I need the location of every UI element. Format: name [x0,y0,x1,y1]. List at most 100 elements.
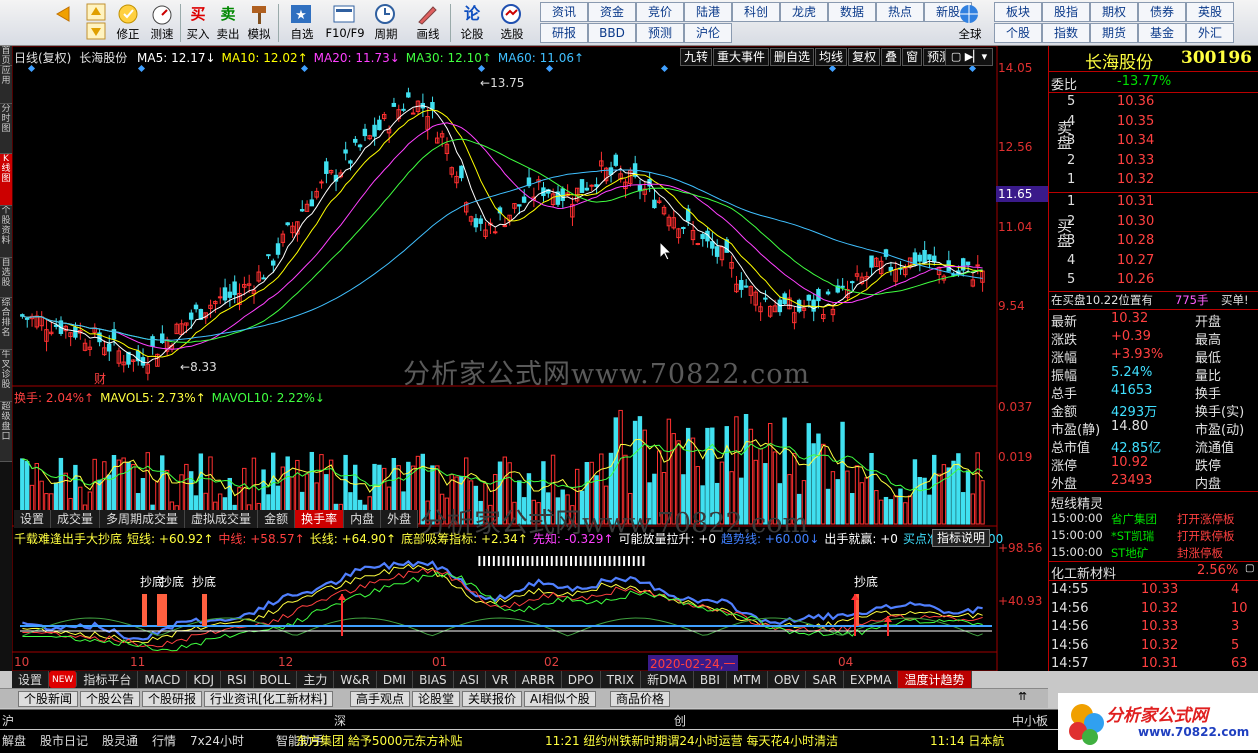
chart-tool-button[interactable]: 均线 [815,48,848,66]
indicator-tab[interactable]: DPO [561,671,601,688]
news-tab[interactable]: AI相似个股 [524,691,596,707]
chart-tool-button[interactable]: 窗 [902,48,923,66]
short-title[interactable]: 短线精灵 [1051,493,1103,512]
nav-up-down[interactable] [82,1,110,45]
news-tab[interactable]: 个股公告 [80,691,141,707]
index-sh[interactable]: 沪 [2,712,14,729]
indicator-tab[interactable]: BIAS [413,671,454,688]
expand-up-icon[interactable]: ⇈ [1018,690,1038,704]
volume-tab[interactable]: 多周期成交量 [100,510,186,528]
category-button[interactable]: 基金 [1138,23,1186,43]
sector-toggle-icon[interactable]: ▢ [1245,563,1254,574]
chart-tool-button[interactable]: 九转 [680,48,713,66]
category-button[interactable]: 期权 [1090,2,1138,22]
indicator-tab[interactable]: VR [486,671,516,688]
chart-tool-button[interactable]: 叠 [881,48,902,66]
indicator-tab[interactable]: RSI [221,671,254,688]
chart-tool-button[interactable]: 复权 [848,48,881,66]
side-tab[interactable]: 超级盘口 [0,402,12,462]
chart-window-controls[interactable]: ▢ ▶▏▾ [945,48,993,66]
global-button[interactable]: 全球 [948,1,992,45]
back-button[interactable] [46,1,78,45]
category-button[interactable]: 债券 [1138,2,1186,22]
market-button[interactable]: 竞价 [636,2,684,22]
discuss-button[interactable]: 论论股 [454,1,490,45]
side-tab[interactable]: 应用 [0,66,12,104]
event-marker[interactable] [828,64,837,73]
category-button[interactable]: 板块 [994,2,1042,22]
category-button[interactable]: 股指 [1042,2,1090,22]
event-marker[interactable] [137,64,146,73]
indicator-tab[interactable]: NEW [49,671,78,688]
news-tab[interactable]: 个股研报 [142,691,203,707]
volume-tab[interactable]: 设置 [14,510,52,528]
sell-button[interactable]: 卖卖出 [214,1,242,45]
side-tab[interactable]: 综合排名 [0,298,12,350]
status-item[interactable]: 股市日记 [40,732,88,749]
category-button[interactable]: 外汇 [1186,23,1234,43]
speed-button[interactable]: 测速 [146,1,178,45]
indicator-tab[interactable]: W&R [334,671,377,688]
indicator-tab[interactable]: SAR [806,671,844,688]
volume-tab[interactable]: 虚拟成交量 [185,510,259,528]
sector-row[interactable]: 化工新材料 2.56% ▢ [1049,563,1258,582]
side-tab[interactable]: 分时图 [0,104,12,154]
chart-tool-button[interactable]: 删自选 [770,48,815,66]
indicator-tab[interactable]: OBV [767,671,807,688]
indicator-tab[interactable]: DMI [376,671,414,688]
chart-tool-button[interactable]: 重大事件 [713,48,770,66]
indicator-tab[interactable]: 温度计趋势 [898,671,972,688]
market-button[interactable]: 资讯 [540,2,588,22]
quote-row[interactable]: 15:00:00 省广集团 打开涨停板 [1049,511,1258,529]
indicator-tab[interactable]: 主力 [297,671,335,688]
category-button[interactable]: 期货 [1090,23,1138,43]
favorites-button[interactable]: ★ 自选 [282,1,322,45]
chart-period-label[interactable]: 日线(复权) [14,51,71,65]
event-marker[interactable] [968,64,977,73]
indicator-tab[interactable]: ARBR [515,671,562,688]
side-tab[interactable]: 自选股 [0,258,12,298]
market-button[interactable]: 科创 [732,2,780,22]
side-tab[interactable]: 个股资料 [0,206,12,258]
indicator-tab[interactable]: 新DMA [641,671,694,688]
event-marker[interactable] [300,64,309,73]
news-tab[interactable]: 商品价格 [610,691,671,707]
buy-button[interactable]: 买买入 [184,1,212,45]
period-button[interactable]: 周期 [368,1,404,45]
status-item[interactable]: 解盘 [2,732,26,749]
fix-button[interactable]: 修正 [112,1,144,45]
market-button[interactable]: 龙虎 [780,2,828,22]
category-button[interactable]: 指数 [1042,23,1090,43]
news-ticker[interactable]: 11:14 日本航 [930,732,1004,749]
indicator-help-button[interactable]: 指标说明 [932,529,991,547]
market-button[interactable]: 资金 [588,2,636,22]
indicator-tab[interactable]: 设置 [12,671,50,688]
market-button[interactable]: 热点 [876,2,924,22]
indicator-tab[interactable]: 指标平台 [77,671,139,688]
chevron-down-icon[interactable]: ▾ [982,50,988,63]
indicator-tab[interactable]: BOLL [253,671,298,688]
market-button[interactable]: 数据 [828,2,876,22]
select-button[interactable]: 选股 [492,1,532,45]
finance-marker[interactable]: 财 [94,370,106,387]
news-tab[interactable]: 关联报价 [462,691,523,707]
big-order-notice[interactable]: 在买盘10.22位置有 775手 买单! [1049,292,1258,310]
status-item[interactable]: 股灵通 [102,732,138,749]
quote-row[interactable]: 15:00:00 *ST凯瑞 打开跌停板 [1049,528,1258,546]
side-tab[interactable]: 首页 [0,46,12,66]
status-item[interactable]: 行情 [152,732,176,749]
volume-tab[interactable]: 成交量 [51,510,101,528]
market-button[interactable]: 研报 [540,23,588,43]
lock-icon[interactable]: ▢ [951,50,961,63]
f10-button[interactable]: F10/F9 [324,1,366,45]
market-button[interactable]: 陆港 [684,2,732,22]
index-zxb[interactable]: 中小板 [1012,712,1048,729]
draw-button[interactable]: 画线 [408,1,448,45]
pin-icon[interactable]: ▶ [965,50,973,63]
status-item[interactable]: 7x24小时 [190,732,244,749]
market-button[interactable]: BBD [588,23,636,43]
news-tab[interactable]: 高手观点 [350,691,411,707]
event-marker[interactable] [660,64,669,73]
event-marker[interactable] [545,64,554,73]
indicator-tab[interactable]: ASI [453,671,487,688]
